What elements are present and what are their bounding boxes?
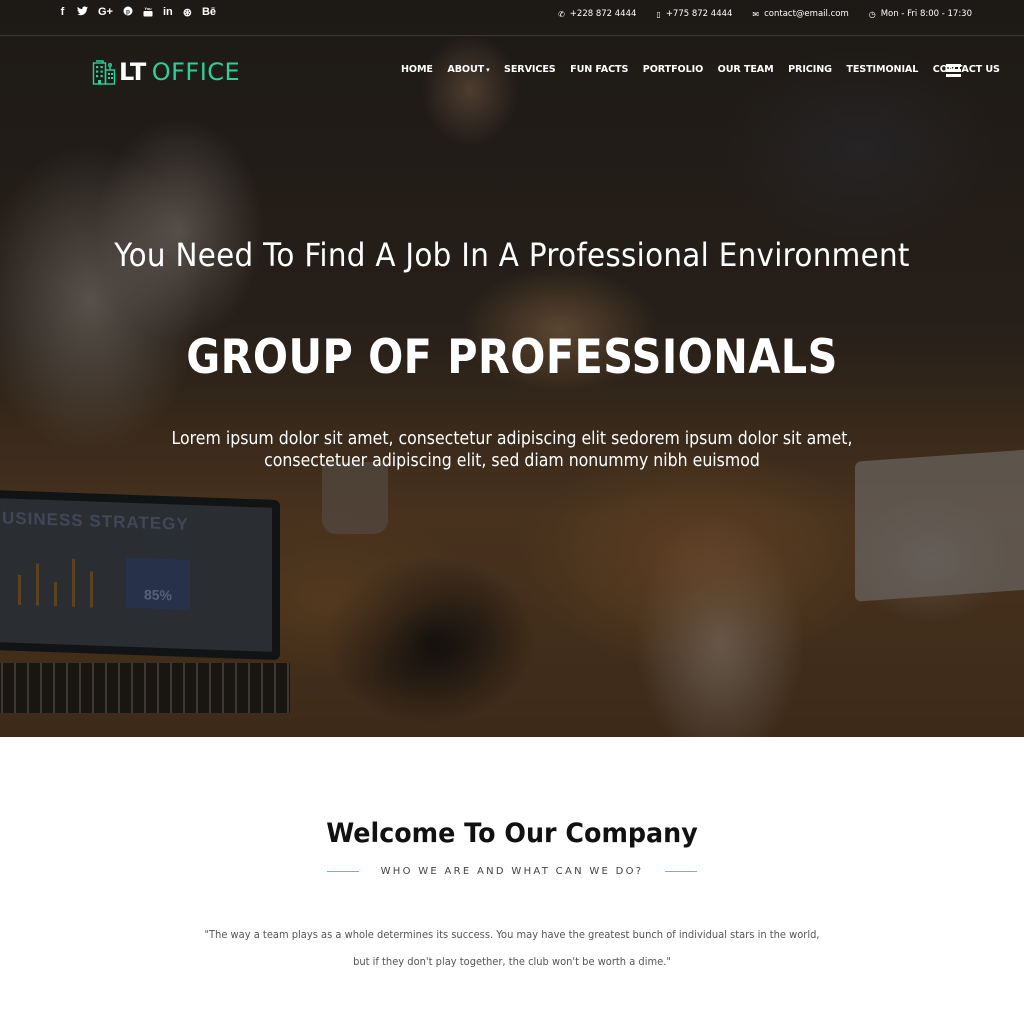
main-nav: HOME ABOUT ▾ SERVICES FUN FACTS PORTFOLIO… [401, 64, 1014, 75]
nav-home[interactable]: HOME [401, 64, 433, 75]
hero-title: GROUP OF PROFESSIONALS [186, 330, 838, 385]
hamburger-menu-icon[interactable] [946, 64, 961, 77]
dribbble-icon[interactable]: ⊛ [183, 6, 192, 20]
hero-description-line-2: consectetuer adipiscing elit, sed diam n… [264, 451, 760, 471]
divider-left [326, 870, 359, 873]
quote-line-2: but if they don't play together, the clu… [353, 955, 671, 968]
nav-pricing[interactable]: PRICING [788, 64, 832, 75]
envelope-icon: ✉ [752, 9, 760, 19]
nav-portfolio[interactable]: PORTFOLIO [643, 64, 703, 75]
youtube-icon[interactable]: You [143, 6, 153, 20]
nav-about[interactable]: ABOUT ▾ [447, 64, 489, 75]
phone-icon: ✆ [558, 9, 565, 19]
hero-description: Lorem ipsum dolor sit amet, consectetur … [51, 428, 973, 472]
building-icon [92, 60, 116, 85]
welcome-quote: "The way a team plays as a whole determi… [51, 921, 973, 975]
svg-text:You: You [144, 6, 152, 11]
site-logo[interactable]: LT OFFICE [92, 58, 240, 86]
twitter-icon[interactable] [77, 6, 88, 20]
pinterest-icon[interactable]: p [123, 6, 133, 20]
email-contact[interactable]: ✉ contact@email.com [752, 9, 848, 19]
welcome-subtitle-row: WHO WE ARE AND WHAT CAN WE DO? [0, 866, 1024, 877]
top-bar: f G+ p You in ⊛ Bē ✆ +228 872 4444 ▯ +77… [0, 0, 1024, 36]
behance-icon[interactable]: Bē [202, 6, 216, 20]
hours-info: ◷ Mon - Fri 8:00 - 17:30 [869, 9, 972, 19]
divider-right [665, 870, 698, 873]
hero-subtitle: You Need To Find A Job In A Professional… [114, 236, 910, 274]
welcome-subtitle: WHO WE ARE AND WHAT CAN WE DO? [380, 866, 644, 877]
facebook-icon[interactable]: f [58, 6, 67, 20]
logo-text-lt: LT [119, 58, 146, 86]
linkedin-icon[interactable]: in [163, 6, 173, 20]
chevron-down-icon: ▾ [486, 66, 490, 74]
opening-hours: Mon - Fri 8:00 - 17:30 [880, 9, 972, 19]
phone-number-1: +228 872 4444 [569, 9, 637, 19]
contact-info: ✆ +228 872 4444 ▯ +775 872 4444 ✉ contac… [538, 9, 972, 19]
mobile-contact[interactable]: ▯ +775 872 4444 [656, 9, 732, 19]
hero-section: USINESS STRATEGY 85% f G+ p You in ⊛ Bē [0, 0, 1024, 737]
nav-contact-us[interactable]: CONTACT US [933, 64, 1000, 75]
quote-line-1: "The way a team plays as a whole determi… [204, 928, 820, 941]
social-links: f G+ p You in ⊛ Bē [58, 6, 226, 20]
phone-number-2: +775 872 4444 [665, 9, 733, 19]
clock-icon: ◷ [868, 9, 876, 19]
nav-testimonial[interactable]: TESTIMONIAL [846, 64, 918, 75]
email-address: contact@email.com [764, 9, 849, 19]
nav-our-team[interactable]: OUR TEAM [718, 64, 774, 75]
nav-fun-facts[interactable]: FUN FACTS [570, 64, 628, 75]
hero-description-line-1: Lorem ipsum dolor sit amet, consectetur … [171, 429, 853, 449]
svg-text:p: p [126, 9, 130, 16]
mobile-icon: ▯ [656, 9, 661, 19]
nav-services[interactable]: SERVICES [504, 64, 556, 75]
google-plus-icon[interactable]: G+ [98, 6, 113, 20]
logo-text-office: OFFICE [151, 58, 241, 86]
phone-contact[interactable]: ✆ +228 872 4444 [558, 9, 636, 19]
nav-about-label: ABOUT [447, 64, 485, 75]
welcome-title: Welcome To Our Company [326, 818, 698, 849]
